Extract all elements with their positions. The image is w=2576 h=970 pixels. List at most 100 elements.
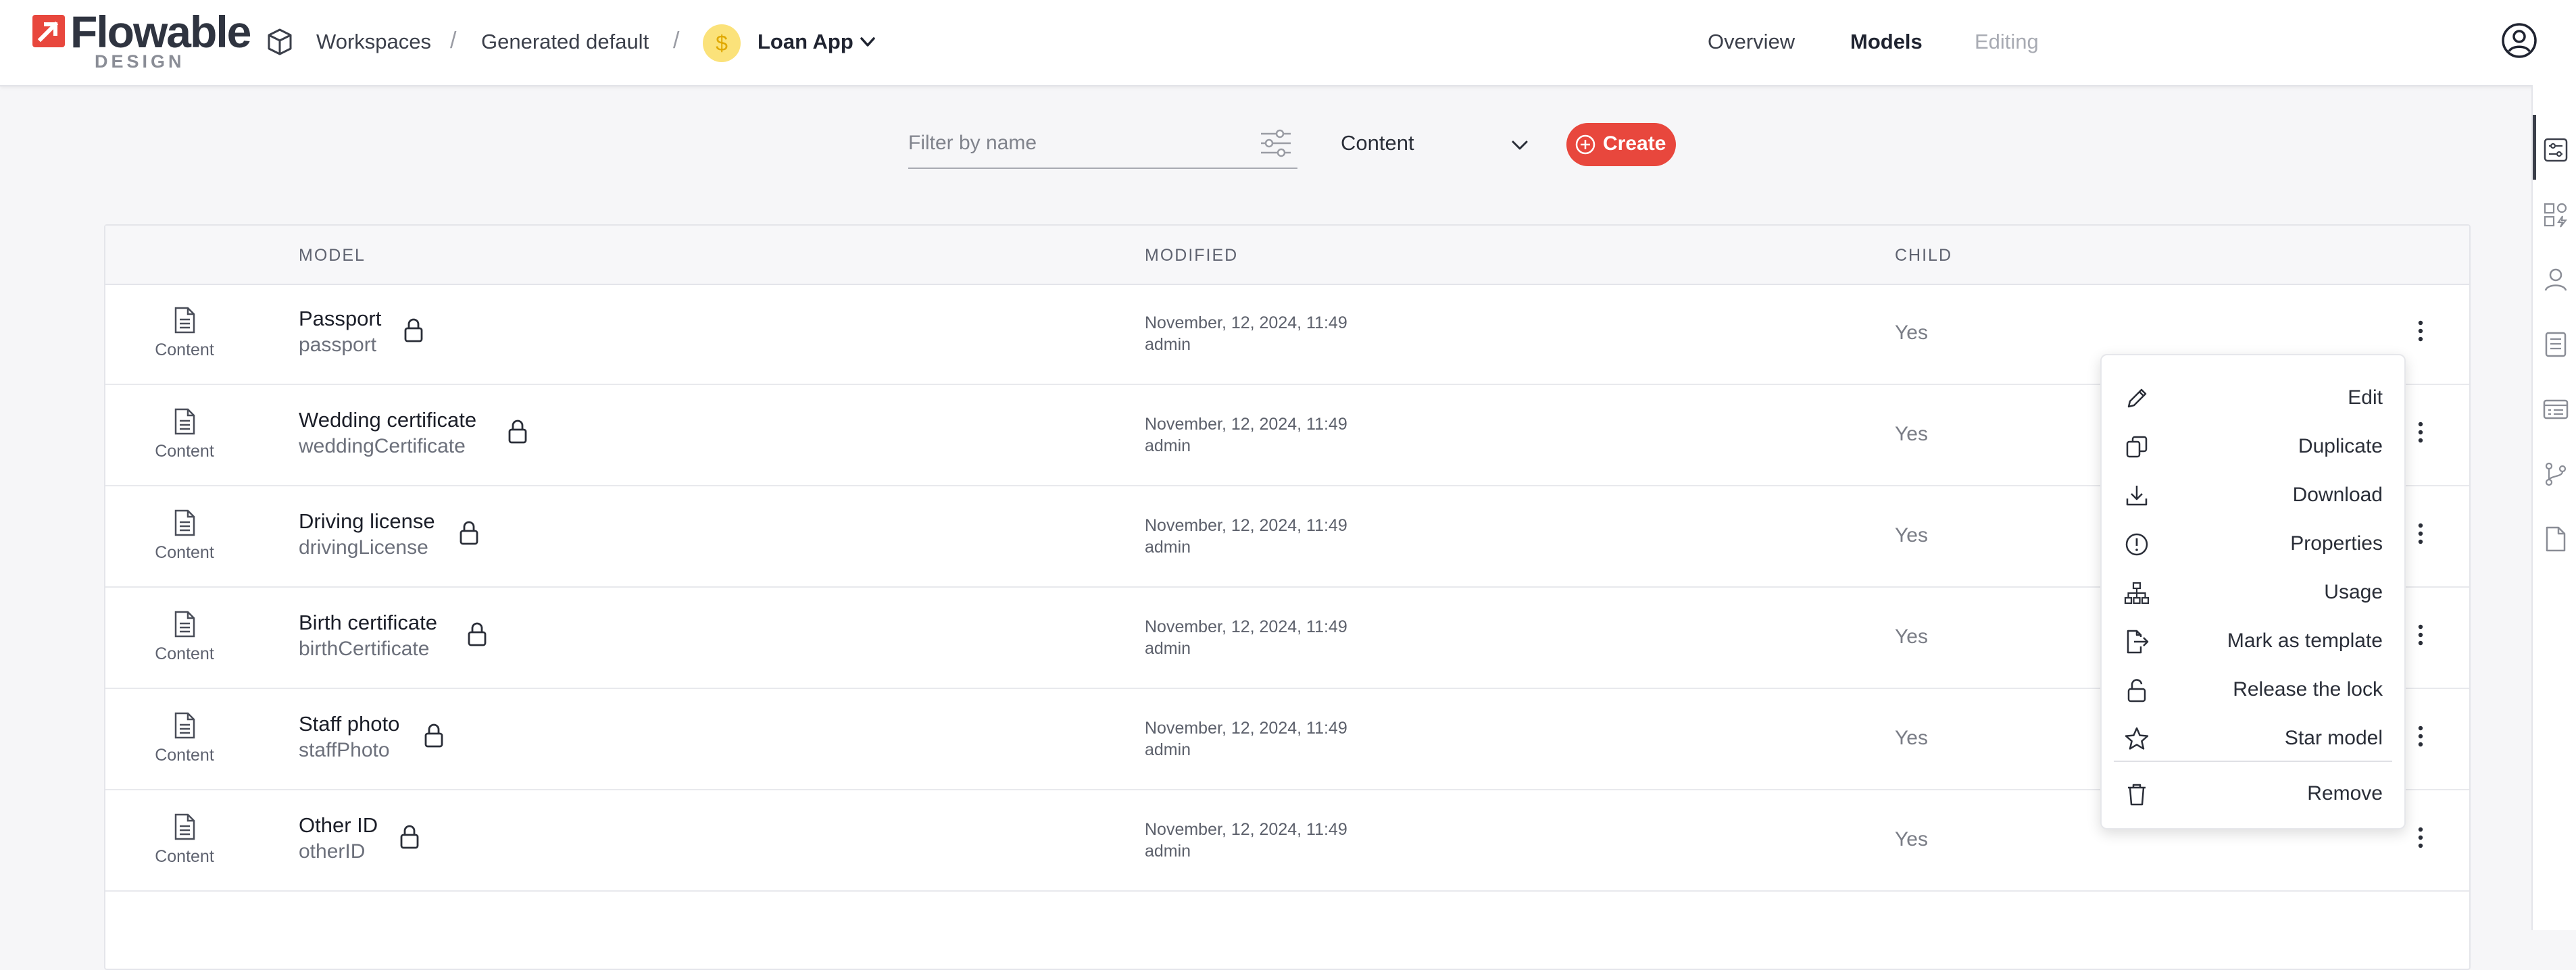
hierarchy-icon: [2124, 582, 2150, 605]
modified-date: November, 12, 2024, 11:49: [1145, 415, 1347, 434]
unlock-icon: [2127, 679, 2146, 703]
pencil-icon: [2127, 388, 2147, 408]
modified-date: November, 12, 2024, 11:49: [1145, 719, 1347, 738]
modified-by: admin: [1145, 335, 1191, 354]
cube-icon: [268, 28, 292, 55]
search-input[interactable]: [908, 128, 1233, 158]
model-type-label: Content: [155, 543, 214, 562]
modified-by: admin: [1145, 639, 1191, 658]
shapes-lightning-icon[interactable]: [2542, 201, 2569, 228]
more-vertical-icon[interactable]: [2417, 520, 2425, 547]
tab-overview[interactable]: Overview: [1708, 27, 1795, 57]
duplicate-icon: [2126, 436, 2148, 458]
chevron-down-icon: [1512, 141, 1528, 150]
menu-item-properties[interactable]: Properties: [2102, 520, 2404, 569]
menu-item-remove[interactable]: Remove: [2102, 770, 2404, 819]
modified-by: admin: [1145, 740, 1191, 759]
lock-icon: [508, 419, 527, 444]
breadcrumb-workspaces[interactable]: Workspaces: [316, 27, 431, 57]
chevron-down-icon[interactable]: [858, 32, 877, 51]
download-icon: [2126, 486, 2148, 506]
sidebar-active-indicator: [2533, 115, 2536, 180]
model-type-label: Content: [155, 340, 214, 359]
model-key: drivingLicense: [299, 536, 428, 559]
menu-item-star-model[interactable]: Star model: [2102, 715, 2404, 763]
menu-item-release-the-lock[interactable]: Release the lock: [2102, 666, 2404, 715]
more-vertical-icon[interactable]: [2417, 419, 2425, 446]
document-icon: [174, 813, 195, 840]
card-list-icon[interactable]: [2542, 396, 2569, 423]
model-name[interactable]: Wedding certificate: [299, 408, 476, 432]
model-type-label: Content: [155, 847, 214, 866]
menu-item-usage[interactable]: Usage: [2102, 569, 2404, 617]
user-account-icon[interactable]: [2500, 22, 2538, 59]
logo-wordmark: Flowable: [70, 7, 251, 57]
column-header-model[interactable]: MODEL: [299, 246, 366, 265]
tab-models[interactable]: Models: [1850, 27, 1923, 57]
info-circle-icon: [2125, 533, 2148, 556]
child-value: Yes: [1895, 322, 1928, 344]
more-vertical-icon[interactable]: [2417, 824, 2425, 851]
flowable-logo[interactable]: Flowable DESIGN: [32, 8, 251, 74]
document-icon: [174, 611, 195, 638]
document-icon: [174, 509, 195, 536]
document-icon: [174, 408, 195, 435]
right-sidebar: [2531, 85, 2576, 930]
filter-sliders-icon[interactable]: [1258, 127, 1293, 159]
modified-by: admin: [1145, 538, 1191, 557]
dollar-coin-icon: $: [703, 24, 741, 62]
menu-item-edit[interactable]: Edit: [2102, 374, 2404, 423]
model-key: weddingCertificate: [299, 435, 466, 457]
model-name[interactable]: Birth certificate: [299, 611, 437, 635]
lock-icon: [404, 318, 423, 342]
modified-date: November, 12, 2024, 11:49: [1145, 516, 1347, 535]
child-value: Yes: [1895, 626, 1928, 648]
model-type-label: Content: [155, 746, 214, 765]
lock-icon: [468, 622, 487, 646]
star-icon: [2125, 727, 2149, 750]
model-name[interactable]: Staff photo: [299, 712, 399, 736]
tab-editing[interactable]: Editing: [1975, 27, 2039, 57]
more-vertical-icon[interactable]: [2417, 621, 2425, 648]
more-vertical-icon[interactable]: [2417, 723, 2425, 750]
plus-circle-icon: [1575, 134, 1595, 155]
column-header-child[interactable]: CHILD: [1895, 246, 1952, 265]
logo-mark-icon: [32, 15, 65, 47]
model-type-label: Content: [155, 644, 214, 663]
document-lines-icon[interactable]: [2542, 331, 2569, 358]
branch-icon[interactable]: [2542, 461, 2569, 488]
table-header: MODEL MODIFIED CHILD: [105, 226, 2469, 285]
model-context-menu: Edit Duplicate Download Properties Usage…: [2100, 354, 2406, 829]
model-name[interactable]: Other ID: [299, 813, 378, 838]
lock-icon: [424, 723, 443, 748]
menu-item-mark-as-template[interactable]: Mark as template: [2102, 617, 2404, 666]
menu-divider: [2114, 761, 2392, 762]
model-name[interactable]: Passport: [299, 307, 381, 331]
breadcrumb-generated-default[interactable]: Generated default: [481, 27, 649, 57]
filter-by-name-field[interactable]: [908, 120, 1297, 169]
more-vertical-icon[interactable]: [2417, 317, 2425, 344]
menu-item-download[interactable]: Download: [2102, 471, 2404, 520]
modified-date: November, 12, 2024, 11:49: [1145, 313, 1347, 332]
form-sliders-icon[interactable]: [2542, 136, 2569, 163]
model-type-value: Content: [1341, 131, 1414, 155]
model-key: birthCertificate: [299, 638, 430, 660]
model-key: passport: [299, 334, 377, 356]
child-value: Yes: [1895, 423, 1928, 445]
file-export-icon: [2127, 630, 2149, 654]
child-value: Yes: [1895, 524, 1928, 546]
top-header: Flowable DESIGN Workspaces / Generated d…: [0, 0, 2576, 86]
column-header-modified[interactable]: MODIFIED: [1145, 246, 1238, 265]
model-name[interactable]: Driving license: [299, 509, 435, 534]
lock-icon: [400, 825, 419, 849]
model-type-select[interactable]: Content: [1341, 124, 1537, 165]
person-icon[interactable]: [2542, 266, 2569, 293]
menu-item-duplicate[interactable]: Duplicate: [2102, 423, 2404, 471]
lock-icon: [460, 521, 478, 545]
create-button-label: Create: [1603, 132, 1666, 155]
breadcrumb-separator: /: [450, 28, 457, 53]
breadcrumb-app-name[interactable]: Loan App: [758, 27, 853, 57]
create-button[interactable]: Create: [1566, 123, 1676, 166]
child-value: Yes: [1895, 727, 1928, 749]
page-icon[interactable]: [2542, 526, 2569, 553]
